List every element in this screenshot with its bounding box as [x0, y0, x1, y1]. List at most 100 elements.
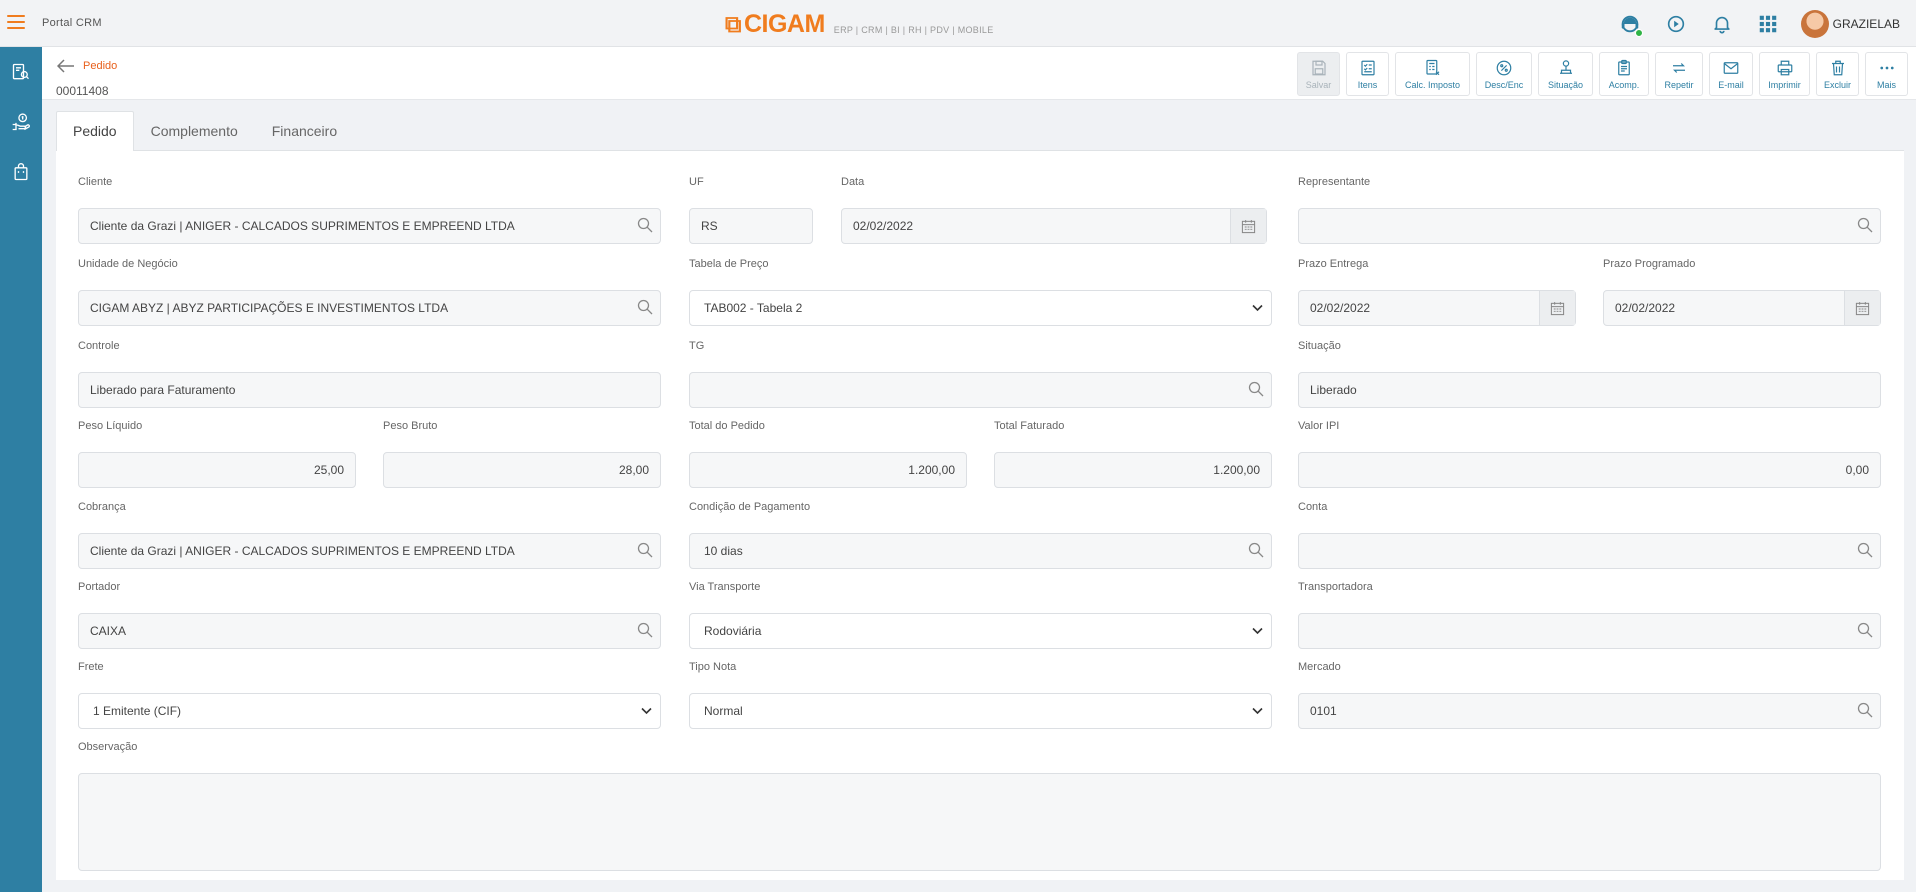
valor-ipi-input[interactable]: 0,00 [1298, 452, 1881, 488]
peso-liquido-input[interactable]: 25,00 [78, 452, 356, 488]
user-menu[interactable]: GRAZIELAB [1800, 9, 1900, 38]
frete-select[interactable]: 1 Emitente (CIF) [78, 693, 661, 729]
field-label: Prazo Programado [1603, 258, 1696, 270]
print-button[interactable]: Imprimir [1759, 52, 1810, 96]
representante-input[interactable] [1298, 208, 1881, 244]
condicao-pagamento-input[interactable]: 10 dias [689, 533, 1272, 569]
more-button[interactable]: Mais [1865, 52, 1908, 96]
tipo-nota-select[interactable]: Normal [689, 693, 1272, 729]
field-total-faturado: Total Faturado 1.200,00 [994, 420, 1272, 488]
field-controle: Controle Liberado para Faturamento [78, 340, 661, 408]
observacao-textarea[interactable] [78, 773, 1881, 871]
arrow-left-icon [57, 59, 74, 73]
field-label: Data [841, 176, 865, 188]
avatar [1800, 9, 1829, 38]
field-via-transporte: Via Transporte Rodoviária [689, 581, 1272, 649]
calendar-icon [1550, 301, 1565, 315]
field-observacao: Observação [78, 741, 1881, 871]
support-chat-icon[interactable] [1611, 5, 1649, 43]
data-input[interactable]: 02/02/2022 [841, 208, 1267, 244]
unidade-negocio-input[interactable]: CIGAM ABYZ | ABYZ PARTICIPAÇÕES E INVEST… [78, 290, 661, 326]
conta-input[interactable] [1298, 533, 1881, 569]
field-mercado: Mercado 0101 [1298, 661, 1881, 729]
sidebar-contacts-search-icon[interactable] [0, 47, 42, 97]
calendar-button[interactable] [1844, 291, 1880, 325]
search-icon[interactable] [1248, 542, 1264, 558]
field-unidade-negocio: Unidade de Negócio CIGAM ABYZ | ABYZ PAR… [78, 258, 661, 326]
field-label: Total do Pedido [689, 420, 765, 432]
transportadora-input[interactable] [1298, 613, 1881, 649]
calendar-icon [1241, 219, 1256, 233]
search-icon[interactable] [637, 542, 653, 558]
discount-button[interactable]: Desc/Enc [1476, 52, 1532, 96]
checklist-icon [1360, 60, 1375, 75]
toolbar: Salvar Itens Calc. Imposto Desc/Enc Situ… [1291, 52, 1908, 96]
search-icon[interactable] [1857, 542, 1873, 558]
tabela-preco-select[interactable]: TAB002 - Tabela 2 [689, 290, 1272, 326]
menu-icon[interactable] [7, 15, 25, 31]
field-condicao-pagamento: Condição de Pagamento 10 dias [689, 501, 1272, 569]
field-label: Tipo Nota [689, 661, 737, 673]
search-icon[interactable] [637, 299, 653, 315]
back-button[interactable]: Pedido [57, 59, 117, 73]
search-icon[interactable] [637, 622, 653, 638]
repeat-button[interactable]: Repetir [1655, 52, 1703, 96]
tg-input[interactable] [689, 372, 1272, 408]
username: GRAZIELAB [1832, 16, 1900, 31]
tab-pedido[interactable]: Pedido [56, 111, 134, 151]
field-label: Condição de Pagamento [689, 501, 811, 513]
field-label: Cobrança [78, 501, 126, 513]
uf-input[interactable]: RS [689, 208, 813, 244]
controle-input[interactable]: Liberado para Faturamento [78, 372, 661, 408]
total-faturado-input[interactable]: 1.200,00 [994, 452, 1272, 488]
peso-bruto-input[interactable]: 28,00 [383, 452, 661, 488]
delete-button[interactable]: Excluir [1816, 52, 1859, 96]
mercado-input[interactable]: 0101 [1298, 693, 1881, 729]
field-uf: UF RS [689, 176, 813, 244]
field-label: Tabela de Preço [689, 258, 769, 270]
search-icon[interactable] [1857, 622, 1873, 638]
calendar-button[interactable] [1230, 209, 1266, 243]
notifications-bell-icon[interactable] [1703, 5, 1741, 43]
repeat-icon [1673, 62, 1685, 73]
follow-up-button[interactable]: Acomp. [1599, 52, 1649, 96]
search-icon[interactable] [1857, 217, 1873, 233]
field-label: Peso Bruto [383, 420, 438, 432]
field-label: Peso Líquido [78, 420, 143, 432]
field-label: Situação [1298, 340, 1341, 352]
calc-tax-button[interactable]: Calc. Imposto [1395, 52, 1470, 96]
field-prazo-programado: Prazo Programado 02/02/2022 [1603, 258, 1881, 326]
field-total-pedido: Total do Pedido 1.200,00 [689, 420, 967, 488]
field-label: Representante [1298, 176, 1371, 188]
total-pedido-input[interactable]: 1.200,00 [689, 452, 967, 488]
tab-financeiro[interactable]: Financeiro [255, 111, 354, 151]
prazo-entrega-input[interactable]: 02/02/2022 [1298, 290, 1576, 326]
sidebar-money-hand-icon[interactable] [0, 97, 42, 147]
cobranca-input[interactable]: Cliente da Grazi | ANIGER - CALCADOS SUP… [78, 533, 661, 569]
status-button[interactable]: Situação [1538, 52, 1593, 96]
search-icon[interactable] [637, 217, 653, 233]
apps-grid-icon[interactable] [1749, 5, 1787, 43]
portador-input[interactable]: CAIXA [78, 613, 661, 649]
tab-complemento[interactable]: Complemento [134, 111, 255, 151]
email-button[interactable]: E-mail [1709, 52, 1753, 96]
save-button[interactable]: Salvar [1297, 52, 1340, 96]
items-button[interactable]: Itens [1346, 52, 1389, 96]
search-icon[interactable] [1857, 702, 1873, 718]
app-title: Portal CRM [42, 17, 102, 29]
cigam-logo-icon: ⧉ [725, 11, 741, 37]
search-icon[interactable] [1248, 381, 1264, 397]
sidebar [0, 47, 42, 892]
play-video-icon[interactable] [1657, 5, 1695, 43]
prazo-programado-input[interactable]: 02/02/2022 [1603, 290, 1881, 326]
order-form: Cliente Cliente da Grazi | ANIGER - CALC… [56, 150, 1904, 880]
chevron-down-icon [641, 707, 652, 715]
cliente-input[interactable]: Cliente da Grazi | ANIGER - CALCADOS SUP… [78, 208, 661, 244]
trash-icon [1831, 60, 1844, 75]
situacao-input[interactable]: Liberado [1298, 372, 1881, 408]
via-transporte-select[interactable]: Rodoviária [689, 613, 1272, 649]
field-label: Conta [1298, 501, 1328, 513]
calendar-button[interactable] [1539, 291, 1575, 325]
workflow-icon [1559, 59, 1572, 74]
sidebar-shopping-bag-icon[interactable] [0, 147, 42, 197]
